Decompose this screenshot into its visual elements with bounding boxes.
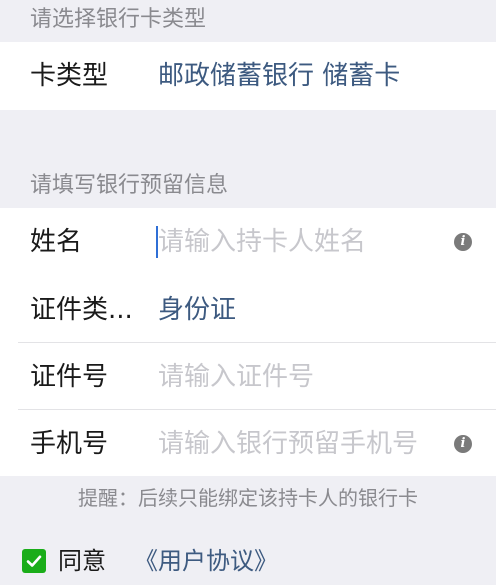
bank-info-card: 姓名 请输入持卡人姓名 i 证件类... 身份证 证件号 请输入证件号 手机号 … [0,208,496,476]
info-icon[interactable]: i [454,435,472,453]
phone-row[interactable]: 手机号 请输入银行预留手机号 i [0,410,496,478]
card-type-value[interactable]: 邮政储蓄银行 储蓄卡 [158,42,400,110]
binding-tip: 提醒：后续只能绑定该持卡人的银行卡 [78,486,418,510]
name-input[interactable]: 请输入持卡人姓名 [158,208,440,276]
id-number-row[interactable]: 证件号 请输入证件号 [0,343,496,411]
card-type-section-header: 请选择银行卡类型 [30,7,207,32]
id-type-row[interactable]: 证件类... 身份证 [0,276,496,344]
agree-label: 同意 [58,547,106,575]
card-type-label: 卡类型 [30,61,109,91]
phone-input[interactable]: 请输入银行预留手机号 [158,410,440,478]
user-agreement-link[interactable]: 《用户协议》 [134,545,278,577]
name-label: 姓名 [30,227,83,257]
name-row[interactable]: 姓名 请输入持卡人姓名 i [0,208,496,276]
card-type-card: 卡类型 邮政储蓄银行 储蓄卡 [0,42,496,110]
checkmark-icon [26,555,42,567]
id-type-value[interactable]: 身份证 [158,276,236,344]
bank-info-section-header: 请填写银行预留信息 [30,173,229,198]
phone-label: 手机号 [30,429,109,459]
info-icon[interactable]: i [454,233,472,251]
id-number-input[interactable]: 请输入证件号 [158,343,440,411]
id-type-label: 证件类... [30,295,133,325]
id-number-label: 证件号 [30,362,109,392]
text-cursor [156,226,158,258]
agree-checkbox[interactable] [22,549,46,573]
card-type-row[interactable]: 卡类型 邮政储蓄银行 储蓄卡 [0,42,496,110]
